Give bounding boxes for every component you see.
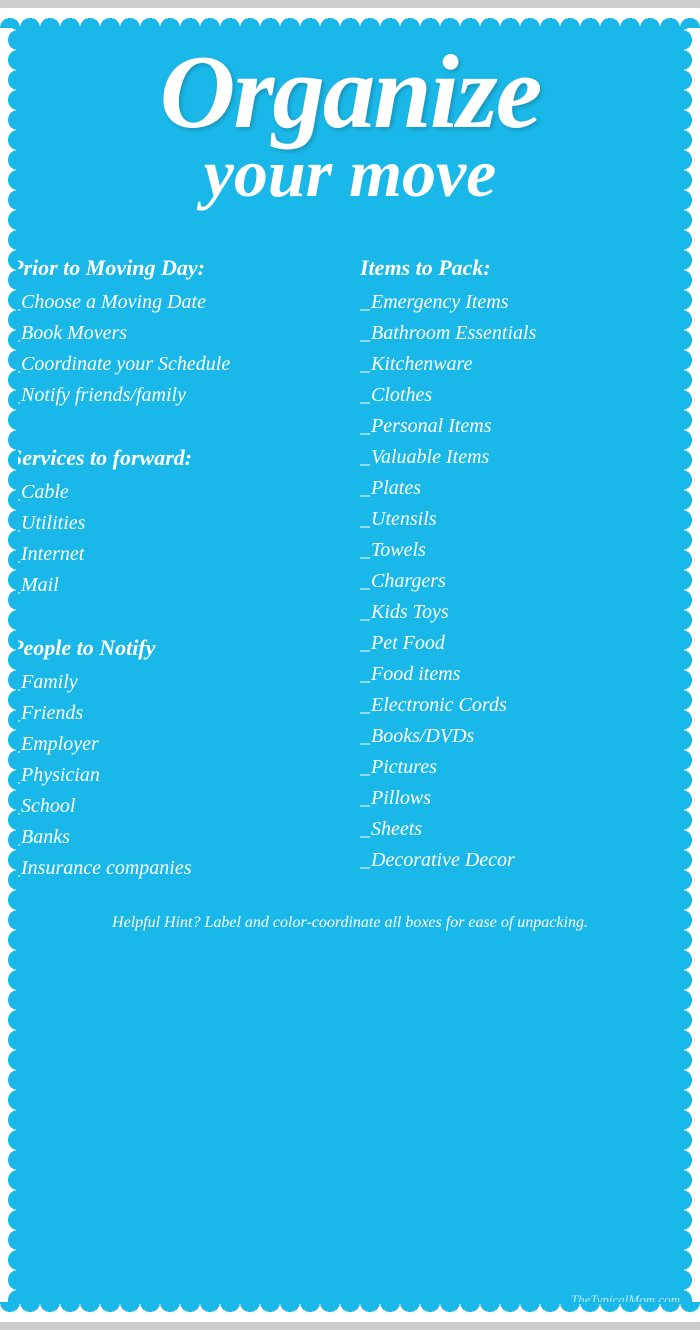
list-item: Coordinate your Schedule [10,349,340,380]
pack-items: Emergency Items Bathroom Essentials Kitc… [360,287,690,876]
hint-section: Helpful Hint? Label and color-coordinate… [0,914,700,932]
list-item: Internet [10,539,340,570]
list-item: Electronic Cords [360,690,690,721]
section-prior-heading: Prior to Moving Day: [10,255,340,281]
people-items: Family Friends Employer Physician School… [10,667,340,884]
section-items-heading: Items to Pack: [360,255,690,281]
list-item: Notify friends/family [10,380,340,411]
services-items: Cable Utilities Internet Mail [10,477,340,601]
list-item: Towels [360,535,690,566]
list-item: Sheets [360,814,690,845]
content-area: Prior to Moving Day: Choose a Moving Dat… [0,227,700,884]
list-item: Friends [10,698,340,729]
main-card: Organize your move Prior to Moving Day: … [0,10,700,1320]
scallop-bottom-border [0,1302,700,1320]
list-item: Mail [10,570,340,601]
list-item: Emergency Items [360,287,690,318]
right-column: Items to Pack: Emergency Items Bathroom … [360,237,690,884]
left-column: Prior to Moving Day: Choose a Moving Dat… [10,237,340,884]
list-item: Clothes [360,380,690,411]
prior-items: Choose a Moving Date Book Movers Coordin… [10,287,340,411]
list-item: Books/DVDs [360,721,690,752]
list-item: Personal Items [360,411,690,442]
scallop-right-border [682,10,700,1320]
section-services-heading: Services to forward: [10,445,340,471]
list-item: Valuable Items [360,442,690,473]
title-organize: Organize [0,39,700,144]
title-section: Organize your move [0,24,700,227]
hint-text: Helpful Hint? Label and color-coordinate… [20,914,680,932]
list-item: School [10,791,340,822]
list-item: Physician [10,760,340,791]
list-item: Kitchenware [360,349,690,380]
list-item: Bathroom Essentials [360,318,690,349]
list-item: Pillows [360,783,690,814]
list-item: Insurance companies [10,853,340,884]
list-item: Employer [10,729,340,760]
list-item: Choose a Moving Date [10,287,340,318]
list-item: Pictures [360,752,690,783]
list-item: Chargers [360,566,690,597]
list-item: Kids Toys [360,597,690,628]
list-item: Food items [360,659,690,690]
list-item: Plates [360,473,690,504]
list-item: Cable [10,477,340,508]
section-people-heading: People to Notify [10,635,340,661]
list-item: Utilities [10,508,340,539]
list-item: Utensils [360,504,690,535]
list-item: Book Movers [10,318,340,349]
scallop-left-border [0,10,18,1320]
scallop-top-border [0,10,700,28]
list-item: Family [10,667,340,698]
list-item: Decorative Decor [360,845,690,876]
list-item: Banks [10,822,340,853]
title-your-move: your move [0,139,700,207]
list-item: Pet Food [360,628,690,659]
